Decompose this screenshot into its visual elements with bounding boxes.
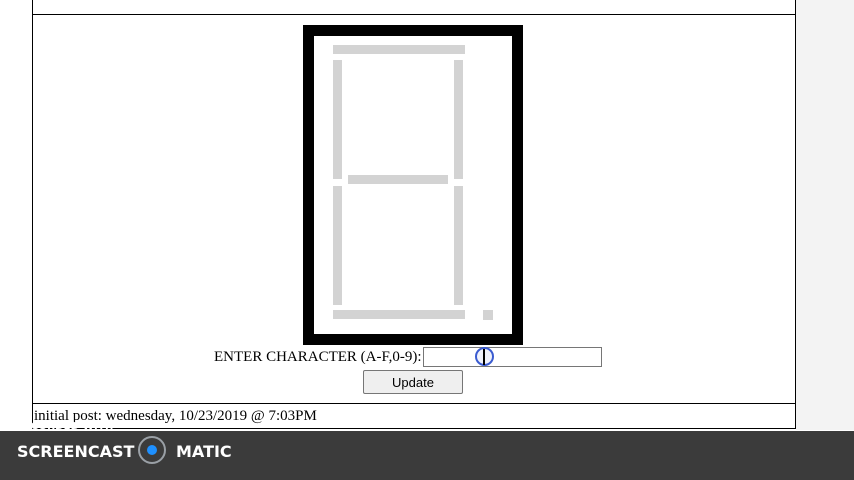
header-frame: [32, 0, 796, 15]
page-gutter: [796, 0, 854, 430]
update-button[interactable]: Update: [363, 370, 463, 394]
segment-g: [348, 175, 448, 184]
segment-a: [333, 45, 465, 54]
segment-c: [454, 186, 463, 305]
watermark-brand-left: SCREENCAST: [17, 442, 135, 461]
character-input-row: ENTER CHARACTER (A-F,0-9):: [214, 346, 602, 368]
screencast-logo-icon: [138, 436, 166, 464]
footer: initial post: wednesday, 10/23/2019 @ 7:…: [32, 404, 796, 429]
segment-d: [333, 310, 465, 319]
recorded-with-label: RECORDED WITH: [16, 421, 114, 432]
segment-b: [454, 60, 463, 179]
watermark-brand-right: MATIC: [176, 442, 232, 461]
segment-decimal-point: [483, 310, 493, 320]
seven-segment-display: [303, 25, 523, 345]
display-panel: [314, 36, 512, 334]
text-cursor-icon: [483, 349, 485, 365]
character-input[interactable]: [422, 347, 602, 367]
character-input-label: ENTER CHARACTER (A-F,0-9):: [214, 348, 422, 365]
segment-e: [333, 186, 342, 305]
segment-f: [333, 60, 342, 179]
